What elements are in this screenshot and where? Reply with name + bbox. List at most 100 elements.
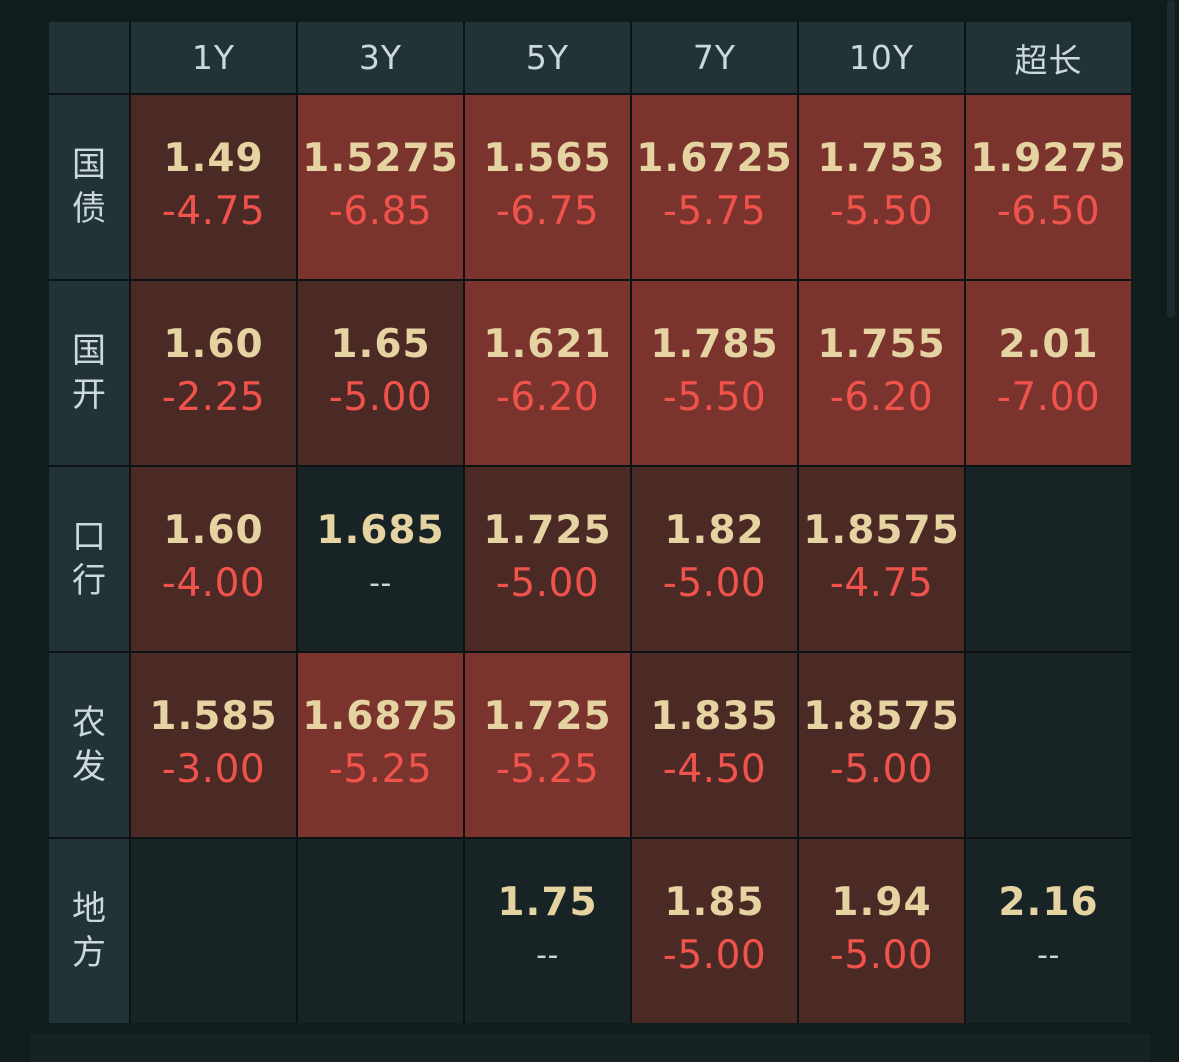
change-value: -5.75 <box>662 189 767 234</box>
change-value: -6.85 <box>328 189 433 234</box>
change-value: -4.50 <box>662 747 767 792</box>
yield-value: 1.82 <box>664 508 765 553</box>
yield-value: 1.725 <box>483 508 612 553</box>
quote-cell[interactable] <box>966 467 1131 651</box>
quote-cell[interactable]: 1.49 -4.75 <box>131 95 296 279</box>
quote-cell[interactable]: 1.9275 -6.50 <box>966 95 1131 279</box>
change-value: -5.25 <box>328 747 433 792</box>
yield-value: 1.60 <box>163 322 264 367</box>
yield-value: 2.16 <box>998 880 1099 925</box>
yield-value: 1.565 <box>483 136 612 181</box>
quote-cell[interactable] <box>966 653 1131 837</box>
change-value: -5.00 <box>662 933 767 978</box>
change-value: -- <box>1037 938 1060 973</box>
quote-cell[interactable]: 1.6875 -5.25 <box>298 653 463 837</box>
quote-cell[interactable]: 1.585 -3.00 <box>131 653 296 837</box>
change-value: -5.00 <box>662 561 767 606</box>
change-value: -4.00 <box>161 561 266 606</box>
quote-cell[interactable]: 1.8575 -4.75 <box>799 467 964 651</box>
change-value: -5.50 <box>662 375 767 420</box>
change-value: -5.50 <box>829 189 934 234</box>
row-header-label: 口行 <box>72 517 106 601</box>
col-header-7y[interactable]: 7Y <box>632 22 797 93</box>
row-header-label: 国债 <box>72 145 106 229</box>
row-header-treasury[interactable]: 国债 <box>49 95 129 279</box>
change-value: -5.25 <box>495 747 600 792</box>
quote-cell[interactable]: 2.01 -7.00 <box>966 281 1131 465</box>
row-header-label: 国开 <box>72 331 106 415</box>
col-header-3y[interactable]: 3Y <box>298 22 463 93</box>
change-value: -5.00 <box>495 561 600 606</box>
quote-cell[interactable] <box>298 839 463 1023</box>
grid-corner <box>49 22 129 93</box>
yield-value: 1.753 <box>817 136 946 181</box>
change-value: -6.75 <box>495 189 600 234</box>
change-value: -5.00 <box>829 933 934 978</box>
quote-cell[interactable]: 1.753 -5.50 <box>799 95 964 279</box>
quote-cell[interactable]: 1.75 -- <box>465 839 630 1023</box>
quote-cell[interactable]: 1.835 -4.50 <box>632 653 797 837</box>
col-header-10y[interactable]: 10Y <box>799 22 964 93</box>
row-header-label: 地方 <box>72 889 106 973</box>
quote-cell[interactable]: 1.725 -5.25 <box>465 653 630 837</box>
change-value: -7.00 <box>996 375 1101 420</box>
row-header-local-gov[interactable]: 地方 <box>49 839 129 1023</box>
col-header-1y[interactable]: 1Y <box>131 22 296 93</box>
row-header-cdb[interactable]: 国开 <box>49 281 129 465</box>
quote-cell[interactable]: 1.725 -5.00 <box>465 467 630 651</box>
quote-cell[interactable]: 1.65 -5.00 <box>298 281 463 465</box>
change-value: -3.00 <box>161 747 266 792</box>
quote-cell[interactable]: 1.755 -6.20 <box>799 281 964 465</box>
quote-cell[interactable]: 1.8575 -5.00 <box>799 653 964 837</box>
yield-value: 1.835 <box>650 694 779 739</box>
yield-value: 1.585 <box>149 694 278 739</box>
quote-cell[interactable]: 1.685 -- <box>298 467 463 651</box>
change-value: -6.50 <box>996 189 1101 234</box>
yield-value: 2.01 <box>998 322 1099 367</box>
yield-value: 1.6725 <box>636 136 793 181</box>
change-value: -2.25 <box>161 375 266 420</box>
bottom-panel-edge <box>30 1034 1150 1062</box>
yield-value: 1.621 <box>483 322 612 367</box>
yield-value: 1.755 <box>817 322 946 367</box>
quote-cell[interactable]: 1.60 -2.25 <box>131 281 296 465</box>
change-value: -- <box>536 938 559 973</box>
yield-value: 1.60 <box>163 508 264 553</box>
quote-cell[interactable]: 1.82 -5.00 <box>632 467 797 651</box>
yield-value: 1.94 <box>831 880 932 925</box>
yield-value: 1.75 <box>497 880 598 925</box>
screen: 1Y 3Y 5Y 7Y 10Y 超长 国债 1.49 -4.75 1.5275 -6… <box>0 0 1179 1062</box>
quote-cell[interactable]: 1.94 -5.00 <box>799 839 964 1023</box>
quote-cell[interactable]: 1.5275 -6.85 <box>298 95 463 279</box>
yield-value: 1.8575 <box>803 508 960 553</box>
change-value: -5.00 <box>328 375 433 420</box>
row-header-label: 农发 <box>72 703 106 787</box>
quote-cell[interactable]: 1.565 -6.75 <box>465 95 630 279</box>
change-value: -4.75 <box>829 561 934 606</box>
quote-cell[interactable] <box>131 839 296 1023</box>
quote-cell[interactable]: 1.85 -5.00 <box>632 839 797 1023</box>
change-value: -5.00 <box>829 747 934 792</box>
quote-cell[interactable]: 1.6725 -5.75 <box>632 95 797 279</box>
yield-value: 1.725 <box>483 694 612 739</box>
quote-cell[interactable]: 1.621 -6.20 <box>465 281 630 465</box>
quote-cell[interactable]: 1.60 -4.00 <box>131 467 296 651</box>
change-value: -- <box>369 566 392 601</box>
change-value: -6.20 <box>495 375 600 420</box>
row-header-adbc[interactable]: 农发 <box>49 653 129 837</box>
yield-heatmap-grid: 1Y 3Y 5Y 7Y 10Y 超长 国债 1.49 -4.75 1.5275 -6… <box>49 22 1131 1023</box>
yield-value: 1.65 <box>330 322 431 367</box>
change-value: -4.75 <box>161 189 266 234</box>
col-header-ultra-long[interactable]: 超长 <box>966 22 1131 93</box>
row-header-exim[interactable]: 口行 <box>49 467 129 651</box>
quote-cell[interactable]: 2.16 -- <box>966 839 1131 1023</box>
yield-value: 1.49 <box>163 136 264 181</box>
quote-cell[interactable]: 1.785 -5.50 <box>632 281 797 465</box>
yield-value: 1.685 <box>316 508 445 553</box>
change-value: -6.20 <box>829 375 934 420</box>
vertical-scrollbar[interactable] <box>1167 0 1175 318</box>
yield-value: 1.85 <box>664 880 765 925</box>
yield-value: 1.785 <box>650 322 779 367</box>
yield-value: 1.6875 <box>302 694 459 739</box>
col-header-5y[interactable]: 5Y <box>465 22 630 93</box>
